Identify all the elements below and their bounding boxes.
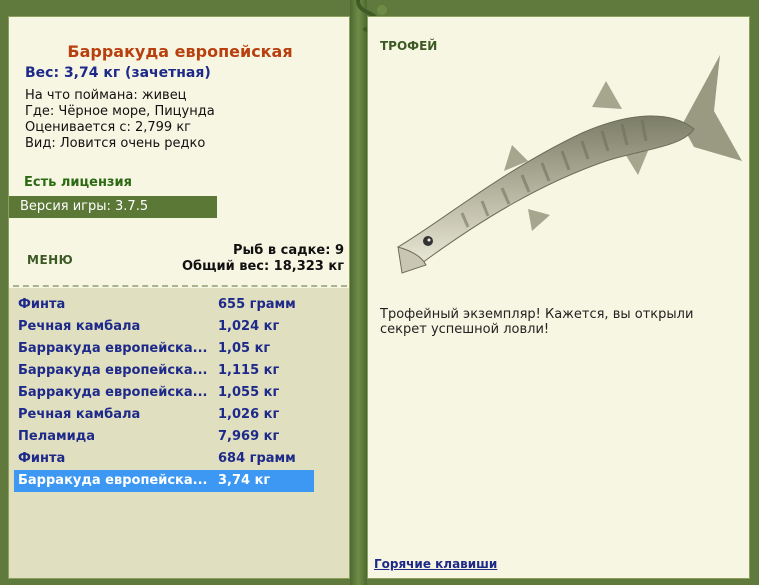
fish-weight: Вес: 3,74 кг (зачетная) [25, 65, 211, 81]
catch-list-row[interactable]: Речная камбала 1,024 кг [14, 316, 314, 338]
catch-fish-name: Речная камбала [18, 407, 141, 422]
keepnet-total-weight: Общий вес: 18,323 кг [181, 259, 344, 274]
catch-fish-name: Барракуда европейска... [18, 473, 208, 488]
catch-list-row[interactable]: Речная камбала 1,026 кг [14, 404, 314, 426]
keepnet-count: Рыб в садке: 9 [232, 243, 344, 258]
fish-valued-from: Оценивается с: 2,799 кг [25, 120, 192, 135]
catch-list-row[interactable]: Финта 655 грамм [14, 294, 314, 316]
catch-fish-name: Финта [18, 297, 66, 312]
fish-bait: На что поймана: живец [25, 88, 187, 103]
catch-fish-weight: 1,055 кг [218, 385, 280, 400]
catch-list-row[interactable]: Барракуда европейска... 1,05 кг [14, 338, 314, 360]
keepnet-stats: Рыб в садке: 9 Общий вес: 18,323 кг [182, 243, 344, 275]
fish-location: Где: Чёрное море, Пицунда [25, 104, 215, 119]
catch-fish-name: Барракуда европейска... [18, 341, 208, 356]
trophy-message: Трофейный экземпляр! Кажется, вы открыли… [380, 307, 694, 337]
barracuda-image [397, 55, 742, 274]
catch-list-row[interactable]: Барракуда европейска... 3,74 кг [14, 470, 314, 492]
fish-title: Барракуда европейская [67, 42, 293, 61]
license-status: Есть лицензия [24, 175, 132, 190]
divider [13, 285, 347, 287]
catch-fish-name: Речная камбала [18, 319, 141, 334]
fish-info-panel: Барракуда европейская Вес: 3,74 кг (заче… [8, 16, 350, 579]
catch-fish-weight: 1,115 кг [218, 363, 280, 378]
version-bar: Версия игры: 3.7.5 [9, 196, 217, 218]
catch-list-row[interactable]: Барракуда европейска... 1,055 кг [14, 382, 314, 404]
catch-fish-weight: 1,05 кг [218, 341, 271, 356]
catch-fish-weight: 3,74 кг [218, 473, 271, 488]
catch-fish-weight: 655 грамм [218, 297, 296, 312]
trophy-panel: ТРОФЕЙ Трофейный экземпляр! Кажется, вы … [367, 16, 750, 579]
menu-button[interactable]: МЕНЮ [27, 253, 73, 267]
catch-fish-weight: 1,026 кг [218, 407, 280, 422]
catch-fish-weight: 7,969 кг [218, 429, 280, 444]
vine-divider [350, 0, 367, 585]
catch-fish-name: Барракуда европейска... [18, 385, 208, 400]
catch-fish-name: Барракуда европейска... [18, 363, 208, 378]
catch-fish-weight: 1,024 кг [218, 319, 280, 334]
catch-list: Финта 655 грамм Речная камбала 1,024 кг Барр… [9, 288, 349, 578]
catch-list-row[interactable]: Пеламида 7,969 кг [14, 426, 314, 448]
catch-list-row[interactable]: Барракуда европейска... 1,115 кг [14, 360, 314, 382]
catch-fish-name: Финта [18, 451, 66, 466]
catch-fish-name: Пеламида [18, 429, 95, 444]
fish-kind: Вид: Ловится очень редко [25, 136, 206, 151]
catch-fish-weight: 684 грамм [218, 451, 296, 466]
catch-list-row[interactable]: Финта 684 грамм [14, 448, 314, 470]
hotkeys-link[interactable]: Горячие клавиши [374, 557, 497, 571]
